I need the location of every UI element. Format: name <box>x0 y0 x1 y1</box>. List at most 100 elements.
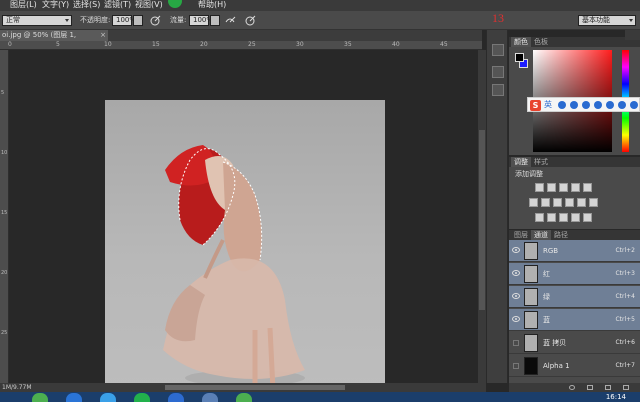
skin-icon[interactable] <box>618 101 626 109</box>
visibility-toggle[interactable] <box>513 340 519 346</box>
channel-row-green[interactable]: 绿 Ctrl+4 <box>509 286 640 308</box>
new-channel-icon[interactable] <box>605 385 611 390</box>
tab-channels[interactable]: 通道 <box>531 230 551 240</box>
exposure-icon[interactable] <box>571 183 580 192</box>
blend-mode-value: 正常 <box>6 16 20 24</box>
channel-row-alpha[interactable]: Alpha 1 Ctrl+7 <box>509 355 640 377</box>
photo-filter-icon[interactable] <box>565 198 574 207</box>
workspace-select[interactable]: 基本功能 <box>578 15 636 26</box>
save-selection-icon[interactable] <box>587 385 593 390</box>
app-icon[interactable] <box>100 393 116 402</box>
horizontal-ruler: 0 5 10 15 20 25 30 35 40 45 <box>0 41 482 50</box>
channel-mixer-icon[interactable] <box>577 198 586 207</box>
channel-thumbnail <box>524 334 538 352</box>
delete-channel-icon[interactable] <box>623 385 629 390</box>
tab-styles[interactable]: 样式 <box>531 157 551 167</box>
threshold-icon[interactable] <box>559 213 568 222</box>
foreground-color-swatch[interactable] <box>515 53 524 62</box>
emoji-icon[interactable] <box>570 101 578 109</box>
menu-select[interactable]: 选择(S) <box>73 0 100 10</box>
channel-name: 绿 <box>543 293 550 301</box>
color-lookup-icon[interactable] <box>589 198 598 207</box>
eye-icon[interactable] <box>512 247 520 253</box>
vertical-ruler: 5 10 15 20 25 <box>0 50 9 383</box>
levels-icon[interactable] <box>547 183 556 192</box>
panel-collapse-area[interactable] <box>625 30 640 40</box>
menu-bar: 图层(L) 文字(Y) 选择(S) 滤镜(T) 视图(V) 帮助(H) <box>0 0 640 11</box>
channel-thumbnail <box>524 265 538 283</box>
channel-row-rgb[interactable]: RGB Ctrl+2 <box>509 240 640 262</box>
hue-saturation-icon[interactable] <box>529 198 538 207</box>
channel-row-red[interactable]: 红 Ctrl+3 <box>509 263 640 285</box>
scrollbar-thumb[interactable] <box>479 130 485 310</box>
properties-panel-icon[interactable] <box>492 84 504 96</box>
tab-layers[interactable]: 图层 <box>511 230 531 240</box>
black-white-icon[interactable] <box>553 198 562 207</box>
menu-layer[interactable]: 图层(L) <box>10 0 37 10</box>
pressure-size-icon[interactable] <box>245 15 256 26</box>
eye-icon[interactable] <box>512 293 520 299</box>
history-panel-icon[interactable] <box>492 44 504 56</box>
punctuation-icon[interactable] <box>558 101 566 109</box>
panel-icon-strip <box>486 30 508 383</box>
chevron-down-icon <box>629 19 633 22</box>
options-bar: 正常 不透明度: 100% 流量: 100% 基本功能 <box>0 11 640 30</box>
photoshop-icon[interactable] <box>202 393 218 402</box>
channel-shortcut: Ctrl+6 <box>615 339 635 346</box>
tab-paths[interactable]: 路径 <box>551 230 571 240</box>
taskbar: 16:14 <box>0 392 640 402</box>
browser-icon[interactable] <box>66 393 82 402</box>
document-tab[interactable]: oi.jpg @ 50% (图层 1, RGB/8#) * × <box>0 30 108 50</box>
tab-swatches[interactable]: 色板 <box>531 37 551 47</box>
gradient-map-icon[interactable] <box>571 213 580 222</box>
sogou-logo-icon: S <box>530 100 541 111</box>
flow-input[interactable]: 100% <box>189 15 213 26</box>
app-icon[interactable] <box>168 393 184 402</box>
toolbox-icon[interactable] <box>630 101 638 109</box>
channel-row-blue[interactable]: 蓝 Ctrl+5 <box>509 309 640 331</box>
eye-icon[interactable] <box>512 316 520 322</box>
selective-color-icon[interactable] <box>583 213 592 222</box>
status-bar: 1M/9.77M <box>0 383 486 392</box>
color-balance-icon[interactable] <box>541 198 550 207</box>
eye-icon[interactable] <box>512 270 520 276</box>
blend-mode-select[interactable]: 正常 <box>2 15 72 26</box>
visibility-toggle[interactable] <box>513 363 519 369</box>
vibrance-icon[interactable] <box>583 183 592 192</box>
opacity-dropdown[interactable] <box>133 15 143 26</box>
menu-help[interactable]: 帮助(H) <box>198 0 226 10</box>
wechat-icon[interactable] <box>134 393 150 402</box>
ime-language[interactable]: 英 <box>544 99 552 111</box>
canvas-area[interactable] <box>10 50 478 390</box>
channel-thumbnail <box>524 242 538 260</box>
channel-shortcut: Ctrl+2 <box>615 247 635 254</box>
opacity-input[interactable]: 100% <box>112 15 136 26</box>
ruler-tick: 35 <box>344 41 352 48</box>
document-image[interactable] <box>105 100 385 390</box>
menu-view[interactable]: 视图(V) <box>135 0 163 10</box>
actions-panel-icon[interactable] <box>492 66 504 78</box>
close-icon[interactable]: × <box>100 30 106 41</box>
user-icon[interactable] <box>606 101 614 109</box>
app-icon[interactable] <box>236 393 252 402</box>
tab-adjustments[interactable]: 调整 <box>511 157 531 167</box>
load-selection-icon[interactable] <box>569 385 575 390</box>
pressure-opacity-icon[interactable] <box>150 15 161 26</box>
keyboard-icon[interactable] <box>594 101 602 109</box>
app-icon[interactable] <box>32 393 48 402</box>
posterize-icon[interactable] <box>547 213 556 222</box>
airbrush-icon[interactable] <box>225 15 236 26</box>
ime-toolbar[interactable]: S 英 <box>527 97 640 112</box>
ruler-tick: 30 <box>296 41 304 48</box>
tab-color[interactable]: 颜色 <box>511 37 531 47</box>
flow-dropdown[interactable] <box>210 15 220 26</box>
vertical-scrollbar[interactable] <box>478 50 486 383</box>
invert-icon[interactable] <box>535 213 544 222</box>
voice-icon[interactable] <box>582 101 590 109</box>
menu-type[interactable]: 文字(Y) <box>42 0 69 10</box>
channel-row-blue-copy[interactable]: 蓝 拷贝 Ctrl+6 <box>509 332 640 354</box>
brightness-icon[interactable] <box>535 183 544 192</box>
menu-filter[interactable]: 滤镜(T) <box>104 0 131 10</box>
horizontal-scrollbar-thumb[interactable] <box>165 385 345 390</box>
curves-icon[interactable] <box>559 183 568 192</box>
